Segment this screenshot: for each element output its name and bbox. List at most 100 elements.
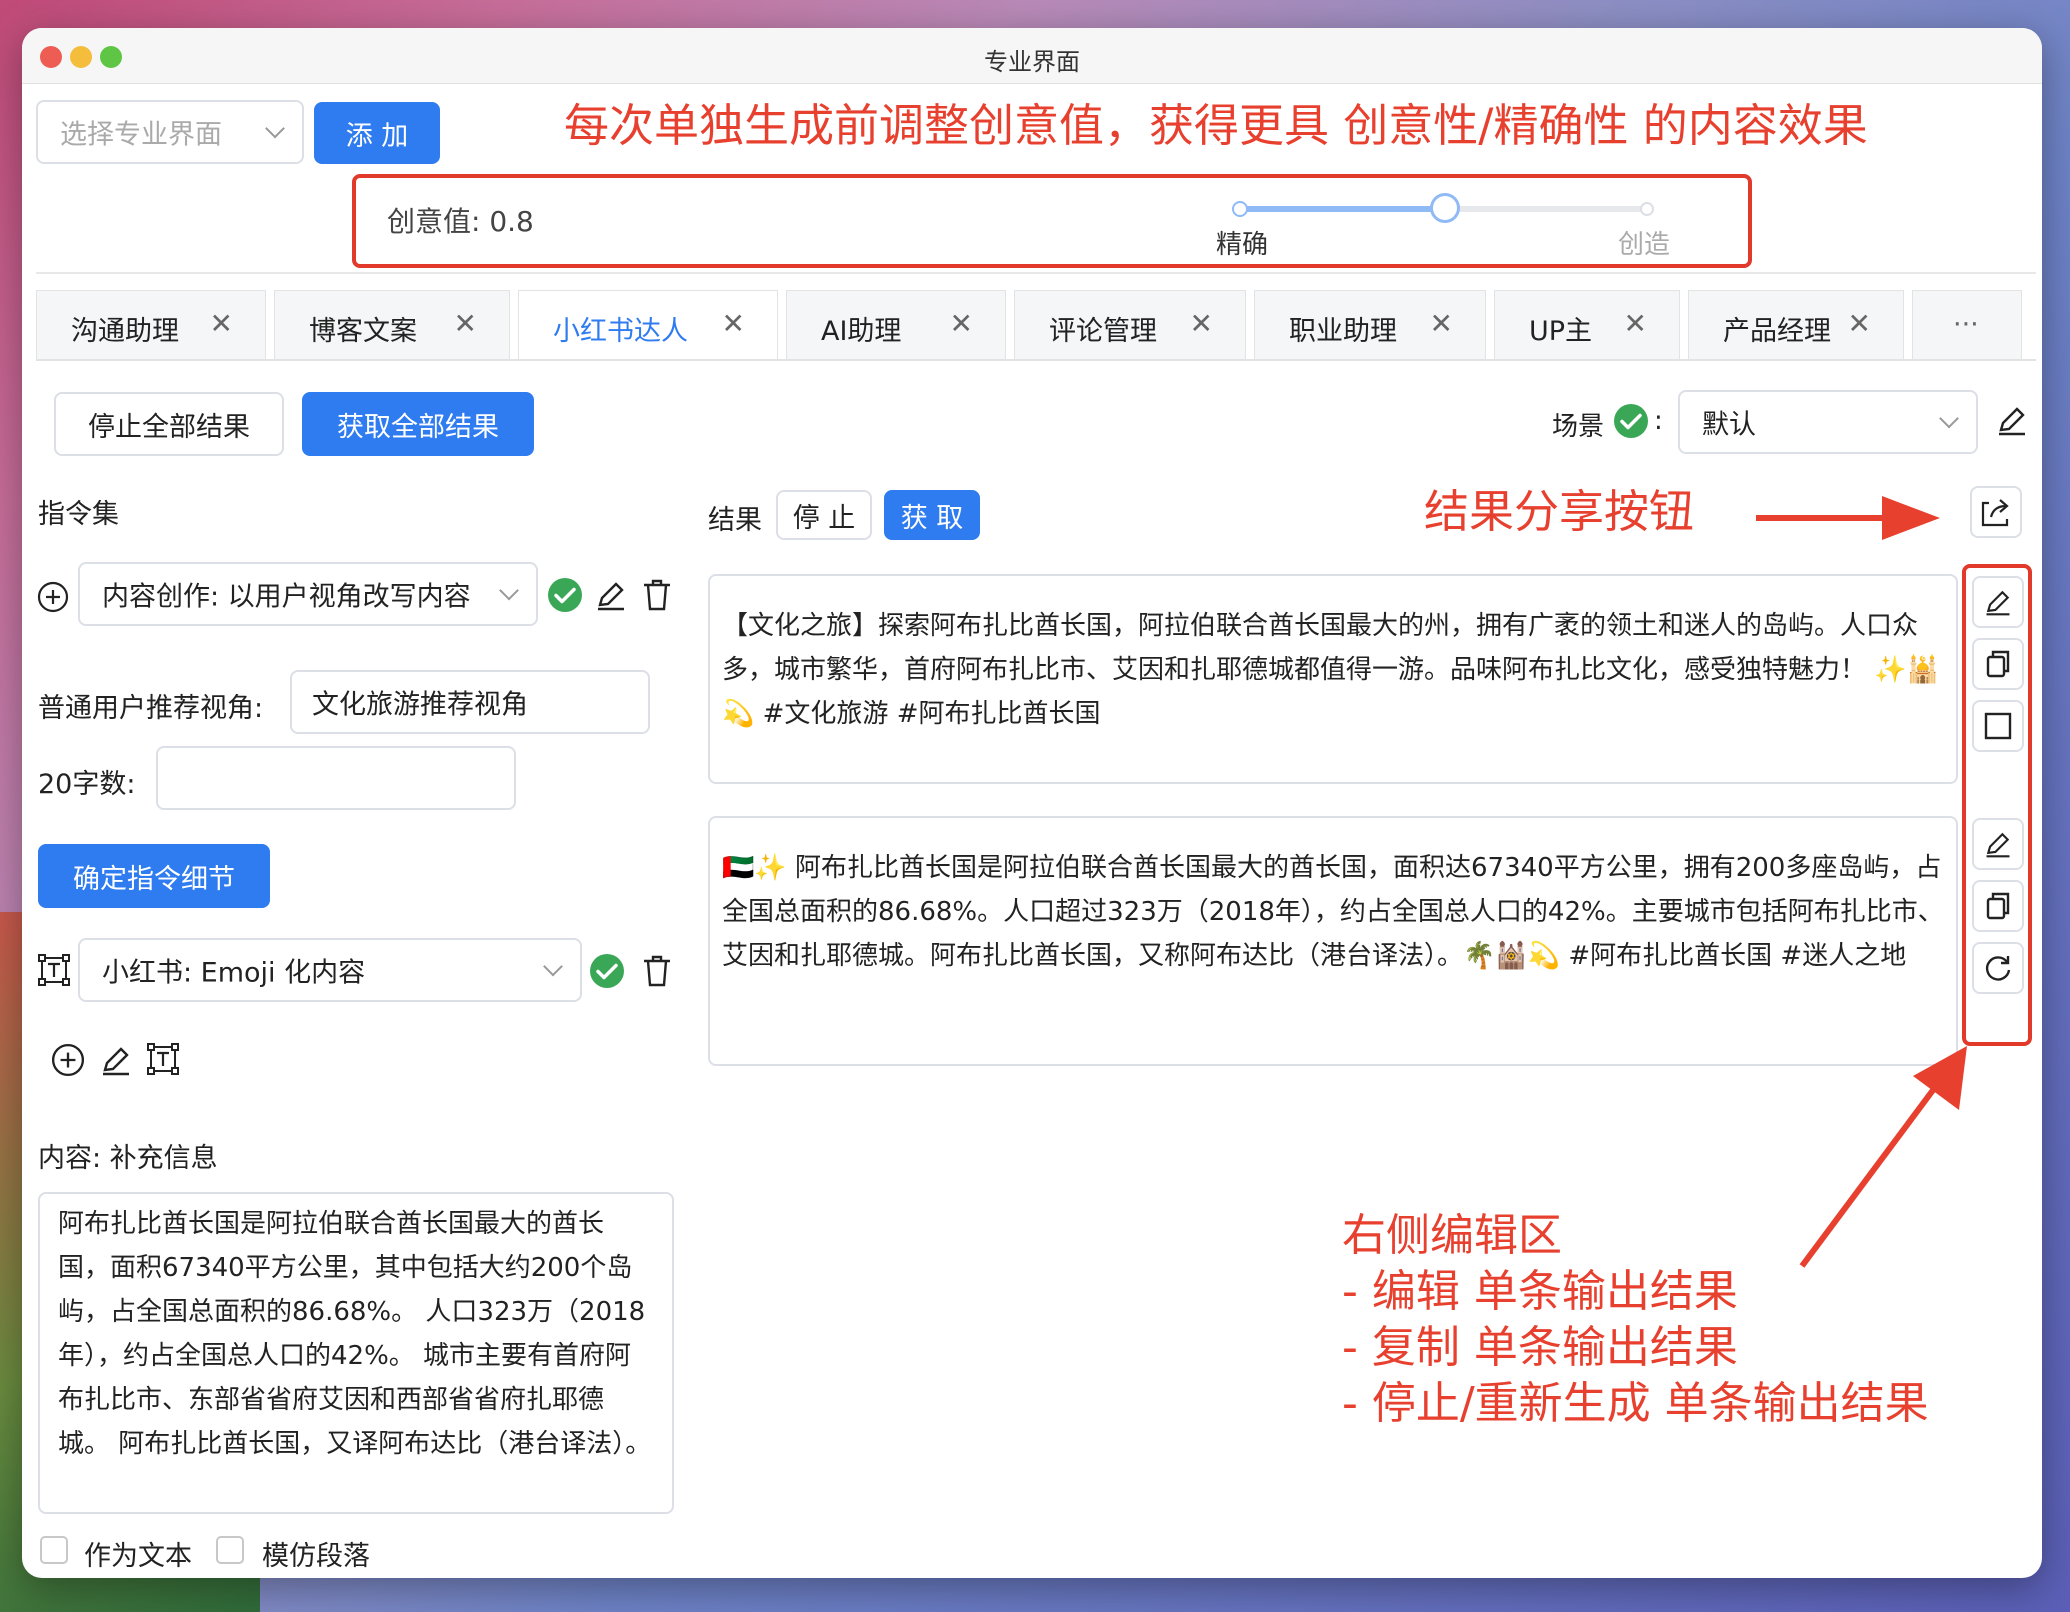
- field1-value: 文化旅游推荐视角: [312, 689, 528, 721]
- annotation-arrow: [1756, 496, 1940, 540]
- close-tab-icon[interactable]: ✕: [454, 307, 477, 340]
- tab-3[interactable]: 小红书达人 ✕: [518, 290, 778, 360]
- interface-select[interactable]: 选择专业界面: [36, 100, 304, 164]
- result-1[interactable]: 【文化之旅】探索阿布扎比酋长国，阿拉伯联合酋长国最大的州，拥有广袤的领土和迷人的…: [708, 574, 1958, 784]
- instructions-title: 指令集: [38, 499, 119, 530]
- tab-bar-border: [36, 359, 2036, 361]
- trash-icon[interactable]: [638, 576, 676, 614]
- text-box-icon[interactable]: [144, 1040, 182, 1078]
- tab-label: 沟通助理: [71, 316, 179, 347]
- content-textarea[interactable]: 阿布扎比酋长国是阿拉伯联合酋长国最大的酋长国，面积67340平方公里，其中包括大…: [38, 1192, 674, 1514]
- edit-icon[interactable]: [592, 576, 630, 614]
- check-circle-icon: [546, 576, 584, 614]
- tab-8[interactable]: 产品经理 ✕: [1688, 290, 1904, 360]
- annotation-arrow: [1799, 1046, 1967, 1268]
- creativity-slider-handle[interactable]: [1430, 193, 1460, 223]
- edit-icon[interactable]: [98, 1042, 134, 1078]
- stop-result-1-button[interactable]: [1972, 700, 2024, 752]
- confirm-instruction-button[interactable]: 确定指令细节: [38, 844, 270, 908]
- content-label: 内容: 补充信息: [38, 1143, 218, 1174]
- get-results-button[interactable]: 获 取: [884, 490, 980, 540]
- imitate-paragraph-label: 模仿段落: [262, 1541, 370, 1572]
- close-tab-icon[interactable]: ✕: [1430, 307, 1453, 340]
- tab-label: UP主: [1529, 316, 1593, 347]
- close-tab-icon[interactable]: ✕: [1848, 307, 1871, 340]
- tab-5[interactable]: 评论管理 ✕: [1014, 290, 1246, 360]
- trash-icon[interactable]: [638, 952, 676, 990]
- results-label: 结果: [708, 505, 762, 536]
- as-text-label: 作为文本: [84, 1541, 192, 1572]
- copy-icon: [1986, 892, 2010, 920]
- as-text-checkbox[interactable]: [40, 1536, 68, 1564]
- add-circle-icon[interactable]: [36, 580, 70, 614]
- copy-result-1-button[interactable]: [1972, 638, 2024, 690]
- divider: [36, 272, 2036, 274]
- copy-icon: [1986, 650, 2010, 678]
- tab-label: 评论管理: [1049, 316, 1157, 347]
- stop-all-button[interactable]: 停止全部结果: [54, 392, 284, 456]
- right-annotation-line2: - 编辑 单条输出结果: [1342, 1266, 1738, 1317]
- stop-results-button[interactable]: 停 止: [776, 490, 872, 540]
- close-tab-icon[interactable]: ✕: [210, 307, 233, 340]
- edit-scene-icon[interactable]: [1992, 400, 2032, 440]
- scene-colon: :: [1654, 406, 1663, 436]
- close-tab-icon[interactable]: ✕: [1190, 307, 1213, 340]
- share-results-button[interactable]: [1970, 486, 2022, 538]
- instruction1-select[interactable]: 内容创作: 以用户视角改写内容: [78, 562, 538, 626]
- check-circle-icon: [1612, 402, 1650, 440]
- field2-input[interactable]: [156, 746, 516, 810]
- close-tab-icon[interactable]: ✕: [722, 307, 745, 340]
- creativity-label: 创意值: 0.8: [387, 205, 534, 238]
- slider-min-dot: [1232, 201, 1248, 217]
- right-annotation-line4: - 停止/重新生成 单条输出结果: [1342, 1378, 1929, 1429]
- slider-min-label: 精确: [1216, 230, 1269, 260]
- instruction2-value: 小红书: Emoji 化内容: [102, 957, 366, 989]
- right-annotation-line1: 右侧编辑区: [1342, 1210, 1562, 1261]
- share-annotation: 结果分享按钮: [1424, 485, 1695, 538]
- tab-4[interactable]: AI助理 ✕: [786, 290, 1006, 360]
- tab-label: 职业助理: [1289, 316, 1397, 347]
- regenerate-result-2-button[interactable]: [1972, 942, 2024, 994]
- edit-result-1-button[interactable]: [1972, 576, 2024, 628]
- right-annotation-line3: - 复制 单条输出结果: [1342, 1322, 1738, 1373]
- close-tab-icon[interactable]: ✕: [1624, 307, 1647, 340]
- field1-label: 普通用户推荐视角:: [38, 693, 264, 724]
- instruction1-value: 内容创作: 以用户视角改写内容: [102, 581, 471, 613]
- scene-select[interactable]: 默认: [1678, 390, 1978, 454]
- tabs-more-button[interactable]: ···: [1912, 290, 2022, 360]
- creativity-highlight-box: [352, 174, 1752, 268]
- tab-label: AI助理: [821, 316, 902, 347]
- share-icon: [1981, 499, 2009, 527]
- text-box-icon[interactable]: [36, 952, 72, 988]
- interface-select-placeholder: 选择专业界面: [60, 119, 222, 151]
- instruction2-select[interactable]: 小红书: Emoji 化内容: [78, 938, 582, 1002]
- tab-label: 小红书达人: [553, 316, 688, 347]
- tab-label: 产品经理: [1723, 316, 1831, 347]
- chevron-down-icon: [499, 580, 519, 601]
- edit-icon: [1986, 590, 2010, 616]
- result-2[interactable]: 🇦🇪✨ 阿布扎比酋长国是阿拉伯联合酋长国最大的酋长国，面积达67340平方公里，…: [708, 816, 1958, 1066]
- imitate-paragraph-checkbox[interactable]: [216, 1536, 244, 1564]
- add-button[interactable]: 添 加: [314, 102, 440, 164]
- chevron-down-icon: [265, 118, 285, 139]
- tab-label: 博客文案: [309, 316, 417, 347]
- copy-result-2-button[interactable]: [1972, 880, 2024, 932]
- chevron-down-icon: [1939, 408, 1959, 429]
- tab-1[interactable]: 沟通助理 ✕: [36, 290, 266, 360]
- app-window: 专业界面 选择专业界面 添 加 每次单独生成前调整创意值，获得更具 创意性/精确…: [22, 28, 2042, 1578]
- close-tab-icon[interactable]: ✕: [950, 307, 973, 340]
- add-circle-icon[interactable]: [50, 1042, 86, 1078]
- field1-input[interactable]: 文化旅游推荐视角: [290, 670, 650, 734]
- tab-7[interactable]: UP主 ✕: [1494, 290, 1680, 360]
- banner-annotation: 每次单独生成前调整创意值，获得更具 创意性/精确性 的内容效果: [564, 99, 1868, 152]
- scene-select-value: 默认: [1702, 409, 1756, 441]
- scene-label: 场景: [1552, 412, 1605, 442]
- slider-max-label: 创造: [1618, 230, 1671, 260]
- get-all-button[interactable]: 获取全部结果: [302, 392, 534, 456]
- edit-result-2-button[interactable]: [1972, 818, 2024, 870]
- tab-6[interactable]: 职业助理 ✕: [1254, 290, 1486, 360]
- chevron-down-icon: [543, 956, 563, 977]
- stop-square-icon: [1984, 712, 2012, 740]
- tab-2[interactable]: 博客文案 ✕: [274, 290, 510, 360]
- check-circle-icon: [588, 952, 626, 990]
